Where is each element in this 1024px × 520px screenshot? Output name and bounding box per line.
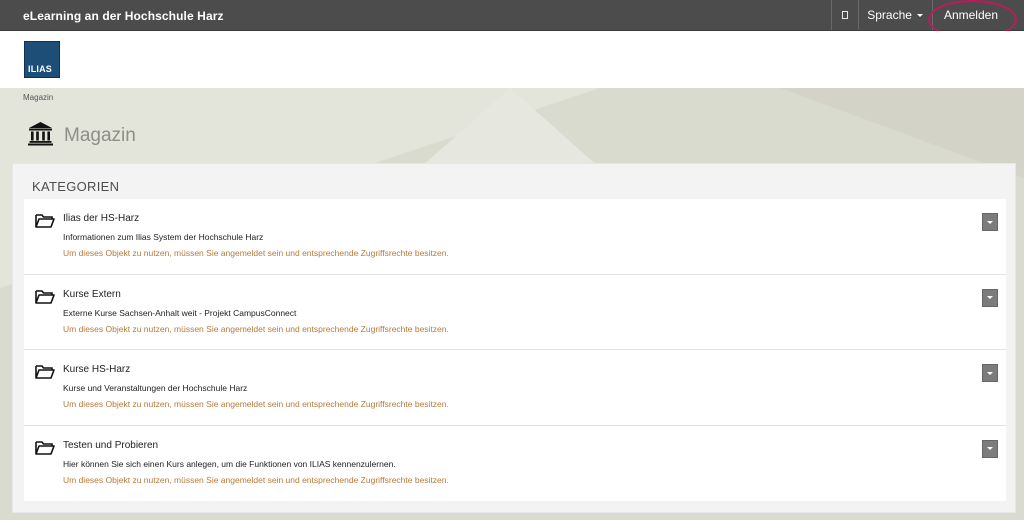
language-label: Sprache bbox=[867, 8, 912, 22]
categories-heading: KATEGORIEN bbox=[32, 179, 120, 194]
actions-dropdown-button[interactable] bbox=[982, 364, 998, 382]
login-label: Anmelden bbox=[943, 8, 998, 22]
access-notice: Um dieses Objekt zu nutzen, müssen Sie a… bbox=[63, 323, 449, 334]
categories-panel: KATEGORIEN Ilias der HS-Harz Information… bbox=[12, 163, 1016, 513]
header: ILIAS bbox=[0, 31, 1024, 88]
category-description: Informationen zum Ilias System der Hochs… bbox=[63, 232, 264, 242]
breadcrumb[interactable]: Magazin bbox=[23, 93, 53, 102]
page-title: Magazin bbox=[64, 125, 136, 146]
folder-icon bbox=[35, 440, 55, 460]
category-description: Hier können Sie sich einen Kurs anlegen,… bbox=[63, 458, 396, 469]
caret-down-icon bbox=[916, 14, 923, 17]
language-dropdown[interactable]: Sprache bbox=[858, 0, 932, 30]
caret-down-icon bbox=[987, 371, 993, 375]
site-title[interactable]: eLearning an der Hochschule Harz bbox=[23, 9, 224, 23]
list-item: Testen und Probieren Hier können Sie sic… bbox=[24, 426, 1006, 502]
category-description: Kurse und Veranstaltungen der Hochschule… bbox=[63, 383, 248, 393]
category-description: Externe Kurse Sachsen-Anhalt weit - Proj… bbox=[63, 307, 297, 318]
access-notice: Um dieses Objekt zu nutzen, müssen Sie a… bbox=[63, 399, 449, 409]
login-button[interactable]: Anmelden bbox=[931, 0, 1024, 30]
access-notice: Um dieses Objekt zu nutzen, müssen Sie a… bbox=[63, 474, 449, 485]
access-notice: Um dieses Objekt zu nutzen, müssen Sie a… bbox=[63, 248, 449, 258]
actions-dropdown-button[interactable] bbox=[982, 288, 998, 307]
top-bar: eLearning an der Hochschule Harz Sprache… bbox=[0, 0, 1024, 31]
page-header: Magazin bbox=[28, 122, 136, 150]
folder-icon bbox=[35, 213, 55, 233]
category-list: Ilias der HS-Harz Informationen zum Ilia… bbox=[24, 199, 1006, 501]
repository-building-icon bbox=[28, 121, 53, 151]
list-item: Ilias der HS-Harz Informationen zum Ilia… bbox=[24, 199, 1006, 275]
category-link[interactable]: Kurse Extern bbox=[63, 289, 121, 300]
caret-down-icon bbox=[987, 447, 993, 450]
actions-dropdown-button[interactable] bbox=[982, 439, 998, 458]
logo-text: ILIAS bbox=[28, 64, 53, 74]
list-item: Kurse HS-Harz Kurse und Veranstaltungen … bbox=[24, 350, 1006, 426]
top-nav: Sprache Anmelden bbox=[831, 0, 1024, 30]
list-item: Kurse Extern Externe Kurse Sachsen-Anhal… bbox=[24, 275, 1006, 350]
category-link[interactable]: Ilias der HS-Harz bbox=[63, 213, 139, 224]
actions-dropdown-button[interactable] bbox=[982, 213, 998, 231]
ilias-logo[interactable]: ILIAS bbox=[24, 41, 60, 78]
square-icon[interactable] bbox=[831, 0, 858, 30]
folder-icon bbox=[35, 289, 55, 309]
caret-down-icon bbox=[987, 220, 993, 224]
category-link[interactable]: Testen und Probieren bbox=[63, 440, 158, 451]
category-link[interactable]: Kurse HS-Harz bbox=[63, 364, 130, 375]
folder-icon bbox=[35, 364, 55, 384]
caret-down-icon bbox=[987, 296, 993, 299]
